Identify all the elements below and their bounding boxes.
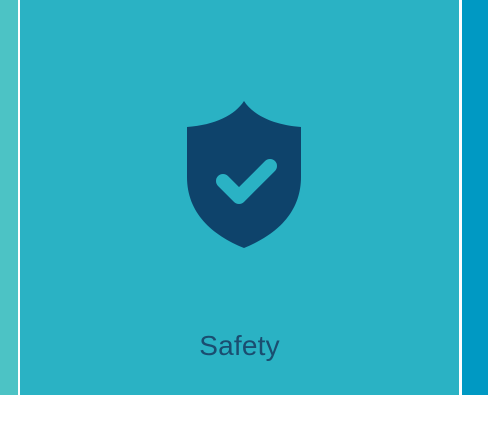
shield-check-icon: [183, 97, 305, 251]
left-adjacent-tile[interactable]: [0, 0, 18, 395]
right-adjacent-tile[interactable]: [462, 0, 488, 395]
tile-label: Safety: [199, 330, 280, 361]
safety-tile-stage: Safety: [0, 0, 488, 421]
